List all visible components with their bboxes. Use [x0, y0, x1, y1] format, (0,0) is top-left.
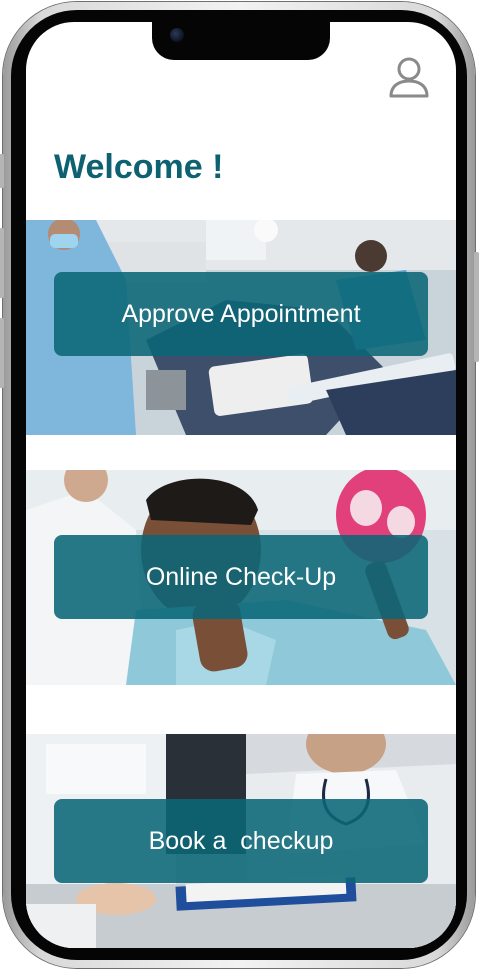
app-screen: Welcome ! Approve Appointment Online Che…	[26, 22, 456, 948]
book-checkup-card[interactable]: Book a checkup	[26, 734, 456, 948]
welcome-heading: Welcome !	[54, 148, 224, 186]
power-button	[474, 252, 479, 362]
mute-switch	[0, 154, 4, 188]
phone-notch	[152, 22, 330, 60]
user-profile-icon[interactable]	[388, 56, 430, 98]
online-check-up-button[interactable]: Online Check-Up	[54, 535, 428, 619]
approve-appointment-button[interactable]: Approve Appointment	[54, 272, 428, 356]
online-check-up-card[interactable]: Online Check-Up	[26, 470, 456, 685]
volume-down-button	[0, 318, 4, 388]
user-profile-icon-glyph	[389, 57, 429, 98]
book-checkup-button[interactable]: Book a checkup	[54, 799, 428, 883]
volume-up-button	[0, 228, 4, 298]
front-camera	[170, 28, 184, 42]
approve-appointment-card[interactable]: Approve Appointment	[26, 220, 456, 435]
